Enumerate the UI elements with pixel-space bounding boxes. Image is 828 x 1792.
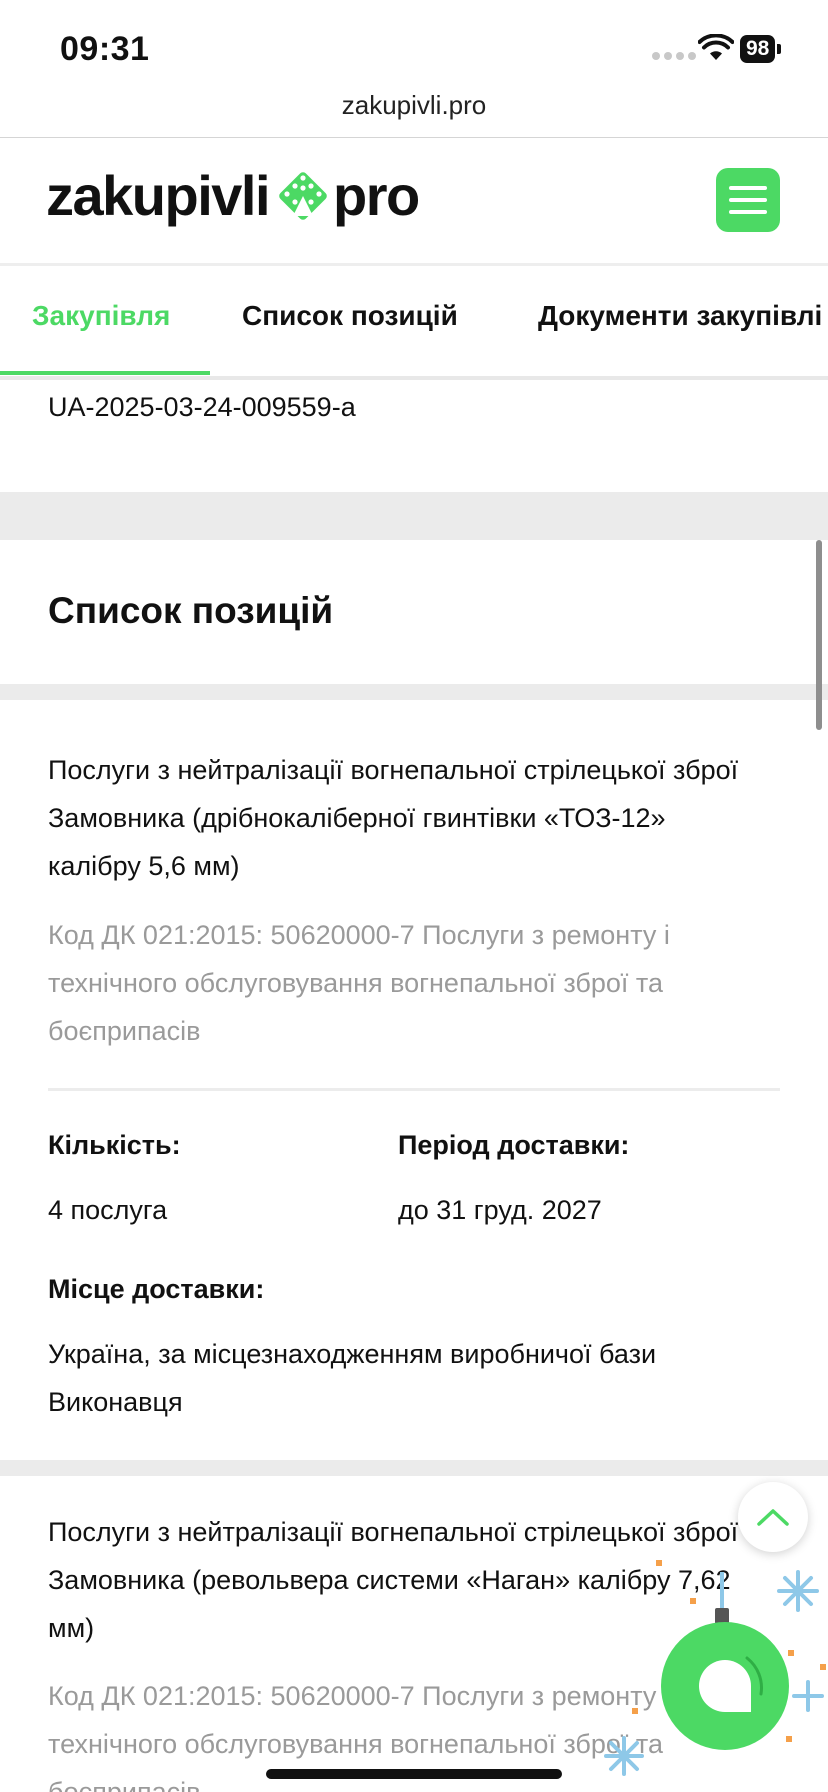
section-separator	[0, 492, 828, 540]
logo-text-right: pro	[333, 164, 420, 227]
chat-icon	[699, 1656, 763, 1712]
quantity-value: 4 послуга	[48, 1195, 168, 1225]
quantity-label: Кількість:	[48, 1130, 181, 1160]
item-divider	[48, 1088, 780, 1091]
site-header: zakupivli pro	[0, 138, 828, 264]
battery-tip	[777, 44, 782, 54]
item-title: Послуги з нейтралізації вогнепальної стр…	[48, 755, 739, 881]
tender-id: UA-2025-03-24-009559-a	[48, 392, 356, 422]
delivery-period-label: Період доставки:	[398, 1130, 630, 1160]
address-bar[interactable]: zakupivli.pro	[0, 90, 828, 138]
logo-text-left: zakupivli	[46, 164, 271, 227]
scrollbar-thumb[interactable]	[816, 540, 822, 730]
section-title: Список позицій	[48, 590, 334, 631]
chevron-up-icon	[757, 1509, 789, 1526]
section-separator	[0, 684, 828, 700]
delivery-place-label: Місце доставки:	[48, 1274, 265, 1304]
battery-level: 98	[740, 35, 776, 63]
item-cpv-code: Код ДК 021:2015: 50620000-7 Послуги з ре…	[48, 920, 670, 1046]
wifi-icon	[698, 34, 734, 60]
tabs-divider	[0, 376, 828, 380]
status-bar: 09:31 98	[0, 0, 828, 96]
site-logo[interactable]: zakupivli pro	[46, 164, 420, 228]
cellular-signal-icon	[652, 52, 696, 60]
menu-button[interactable]	[716, 168, 780, 232]
menu-icon-bar	[729, 186, 767, 190]
delivery-period-value: до 31 груд. 2027	[398, 1195, 602, 1225]
active-tab-indicator	[0, 371, 210, 375]
menu-icon-bar	[729, 198, 767, 202]
status-time: 09:31	[60, 30, 150, 68]
page: 09:31 98 zakupivli.pro zakupivli pro Зак…	[0, 0, 828, 1792]
chat-button[interactable]	[661, 1622, 789, 1750]
logo-dots-icon	[279, 172, 327, 220]
tabs-bar: Закупівля Список позицій Документи закуп…	[0, 266, 828, 376]
tab-items-list[interactable]: Список позицій	[242, 300, 458, 332]
menu-icon-bar	[729, 210, 767, 214]
battery-indicator: 98	[740, 35, 782, 63]
tab-procurement[interactable]: Закупівля	[32, 300, 170, 332]
tab-documents[interactable]: Документи закупівлі	[538, 300, 822, 332]
home-indicator	[266, 1769, 562, 1779]
delivery-place-value: Україна, за місцезнаходженням виробничої…	[48, 1339, 657, 1417]
item-separator	[0, 1460, 828, 1476]
